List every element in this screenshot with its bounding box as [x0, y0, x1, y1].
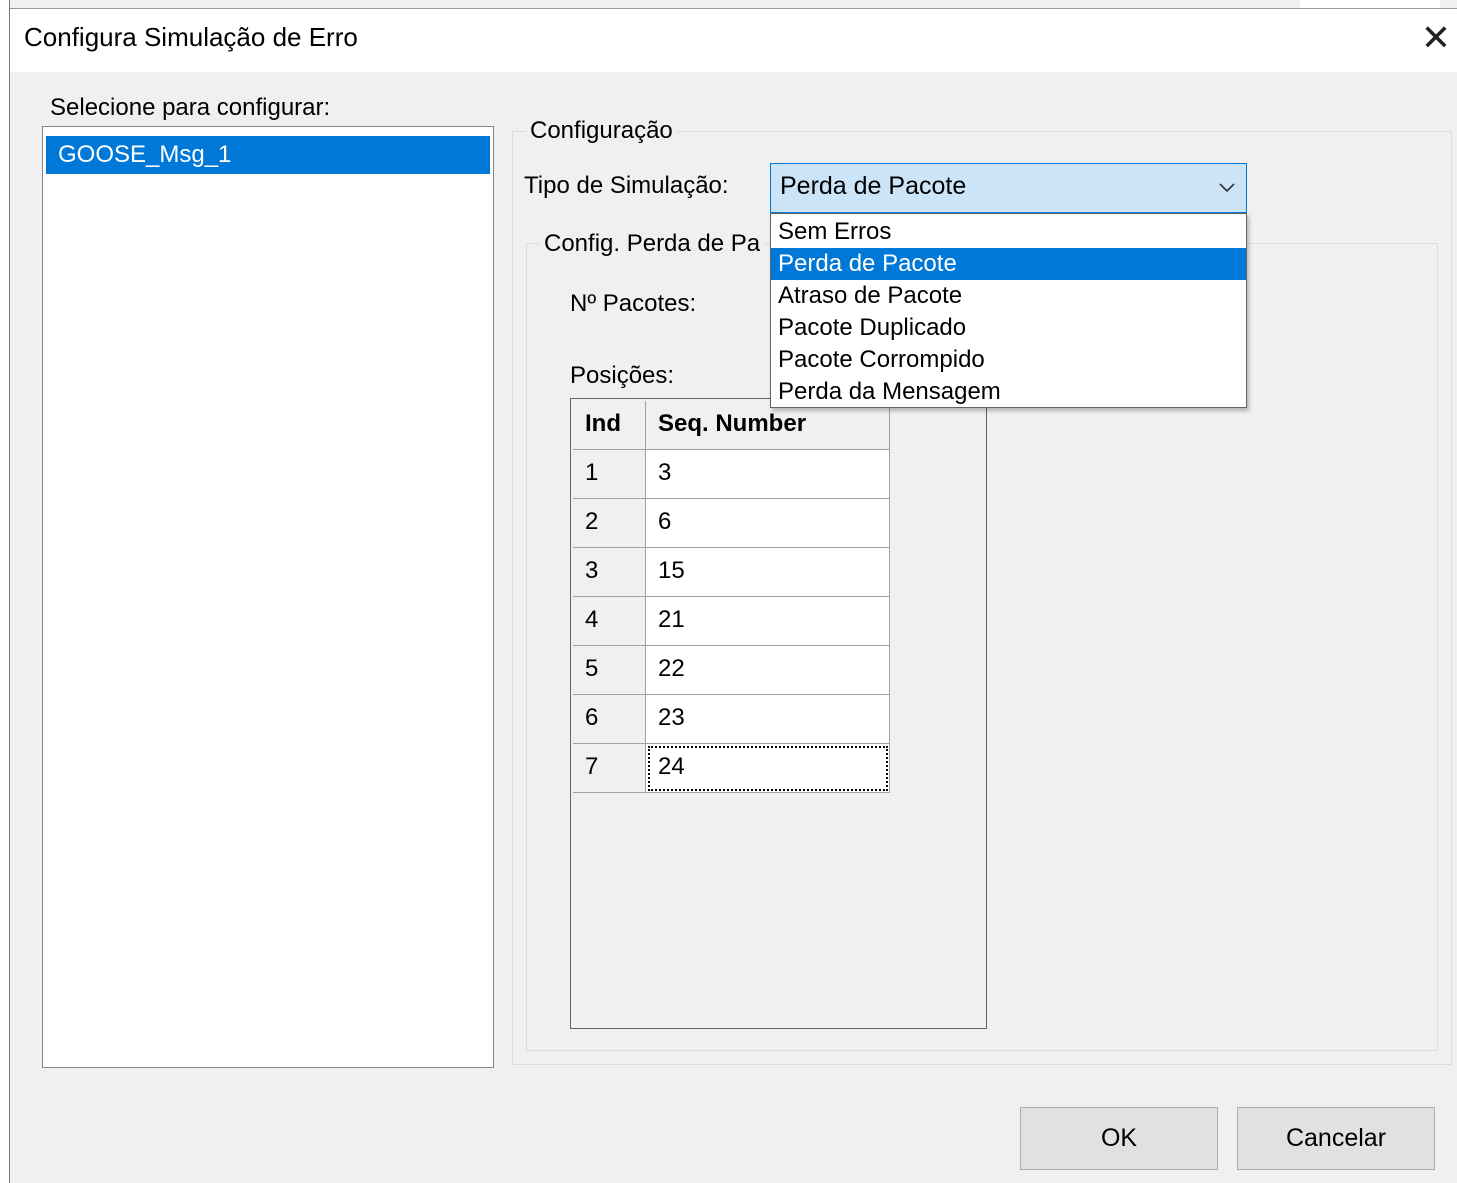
message-listbox[interactable]: [42, 126, 494, 1068]
grid-cell-ind[interactable]: 2: [573, 499, 646, 548]
simulation-type-label: Tipo de Simulação:: [524, 172, 729, 199]
window-left-edge: [0, 0, 10, 1183]
grid-cell-ind[interactable]: 1: [573, 450, 646, 499]
grid-header-seq-number[interactable]: Seq. Number: [646, 401, 890, 450]
grid-header-ind[interactable]: Ind: [573, 401, 646, 450]
positions-label: Posições:: [570, 362, 675, 389]
grid-cell-ind[interactable]: 3: [573, 548, 646, 597]
cancel-button[interactable]: Cancelar: [1237, 1107, 1435, 1170]
dropdown-option-perda-da-mensagem[interactable]: Perda da Mensagem: [771, 376, 1246, 408]
close-icon[interactable]: ✕: [1416, 16, 1456, 60]
grid-cell-ind[interactable]: 4: [573, 597, 646, 646]
grid-cell-seq-focused[interactable]: 24: [646, 744, 890, 793]
grid-cell-seq[interactable]: 6: [646, 499, 890, 548]
grid-cell-seq[interactable]: 23: [646, 695, 890, 744]
grid-cell-seq[interactable]: 15: [646, 548, 890, 597]
grid-cell-seq[interactable]: 3: [646, 450, 890, 499]
grid-cell-seq[interactable]: 21: [646, 597, 890, 646]
num-packets-label: Nº Pacotes:: [570, 290, 697, 317]
configuration-group-title: Configuração: [526, 117, 677, 145]
dropdown-option-pacote-duplicado[interactable]: Pacote Duplicado: [771, 312, 1246, 344]
packet-loss-group-title: Config. Perda de Pa: [540, 230, 765, 258]
grid-cell-seq[interactable]: 22: [646, 646, 890, 695]
chevron-down-icon[interactable]: [1212, 172, 1242, 202]
list-item-goose-msg-1[interactable]: GOOSE_Msg_1: [46, 136, 490, 174]
grid-cell-ind[interactable]: 7: [573, 744, 646, 793]
dropdown-option-sem-erros[interactable]: Sem Erros: [771, 216, 1246, 248]
simulation-type-value: Perda de Pacote: [780, 172, 967, 200]
grid-cell-ind[interactable]: 6: [573, 695, 646, 744]
background-window-fragment: [1300, 0, 1440, 8]
select-to-configure-label: Selecione para configurar:: [50, 94, 331, 121]
ok-button[interactable]: OK: [1020, 1107, 1218, 1170]
grid-cell-ind[interactable]: 5: [573, 646, 646, 695]
dropdown-option-atraso-de-pacote[interactable]: Atraso de Pacote: [771, 280, 1246, 312]
dropdown-option-perda-de-pacote[interactable]: Perda de Pacote: [771, 248, 1246, 280]
window-title: Configura Simulação de Erro: [24, 22, 358, 52]
dropdown-option-pacote-corrompido[interactable]: Pacote Corrompido: [771, 344, 1246, 376]
